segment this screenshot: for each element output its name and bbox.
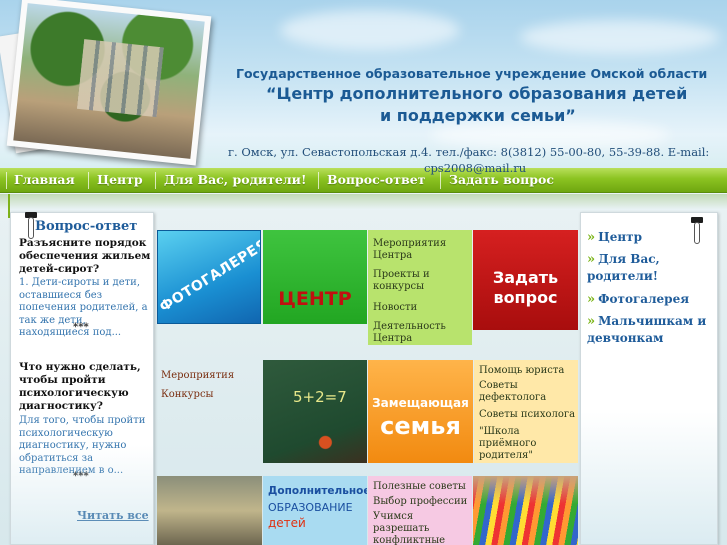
site-header: Государственное образовательное учрежден…	[0, 0, 727, 168]
read-all-link[interactable]: Читать все	[77, 509, 149, 522]
contact-email[interactable]: cps2008@mail.ru	[424, 161, 526, 175]
link-parent-school[interactable]: "Школа приёмного родителя"	[479, 426, 577, 462]
help-links: Помощь юриста Советы дефектолога Советы …	[474, 360, 578, 463]
link-activity[interactable]: Деятельность Центра	[373, 321, 471, 345]
sidebar-item-center[interactable]: » Центр	[587, 229, 715, 246]
classroom-image[interactable]	[157, 476, 262, 545]
extra-edu-line1: Дополнительное	[268, 485, 367, 497]
link-events[interactable]: Мероприятия	[161, 370, 234, 381]
pencils-image[interactable]	[473, 476, 578, 545]
events-links: Мероприятия Конкурсы	[157, 360, 261, 463]
org-name-line2: “Центр дополнительного образования детей	[266, 84, 688, 103]
nav-item-parents[interactable]: Для Вас, родители!	[164, 168, 306, 193]
link-useful-tips[interactable]: Полезные советы	[373, 481, 471, 493]
sidebar-item-label: Фотогалерея	[598, 292, 690, 306]
org-name-line3: и поддержки семьи”	[380, 106, 576, 125]
chalk-formula: 5+2=7	[293, 388, 347, 406]
nav-item-center[interactable]: Центр	[97, 168, 143, 193]
ask-tile-line1: Задать	[492, 268, 559, 287]
center-links: Мероприятия Центра Проекты и конкурсы Но…	[368, 230, 472, 345]
foster-family-tile[interactable]: Замещающая семья	[368, 360, 473, 463]
link-center-events[interactable]: Мероприятия Центра	[373, 238, 471, 262]
sidebar-item-gallery[interactable]: » Фотогалерея	[587, 291, 715, 308]
foster-tile-line1: Замещающая	[372, 396, 469, 410]
chevron-right-icon: »	[587, 314, 596, 329]
sidebar-item-kids[interactable]: » Мальчишкам и девчонкам	[587, 313, 715, 346]
qa-question[interactable]: Разъясните порядок обеспечения жильем де…	[19, 237, 151, 276]
advice-links: Полезные советы Выбор профессии Учимся р…	[368, 476, 472, 545]
qa-separator: ***	[73, 471, 89, 482]
center-tile[interactable]: ЦЕНТР	[263, 230, 367, 324]
foster-tile-line2: семья	[380, 412, 461, 440]
link-projects[interactable]: Проекты и конкурсы	[373, 269, 471, 293]
link-defectologist[interactable]: Советы дефектолога	[479, 380, 577, 404]
sidebar-item-parents[interactable]: » Для Вас, родители!	[587, 251, 715, 284]
link-lawyer[interactable]: Помощь юриста	[479, 365, 577, 377]
qa-question[interactable]: Что нужно сделать, чтобы пройти психолог…	[19, 361, 151, 413]
section-sidebar: » Центр » Для Вас, родители! » Фотогалерея …	[580, 212, 718, 545]
chalkboard-image[interactable]: 5+2=7	[263, 360, 367, 463]
sidebar-item-label: Для Вас, родители!	[587, 252, 660, 283]
extra-edu-line3: детей	[268, 516, 306, 530]
qa-sidebar: Вопрос-ответ Разъясните порядок обеспече…	[10, 212, 154, 545]
sidebar-item-label: Мальчишкам и девчонкам	[587, 314, 707, 345]
building-photo	[6, 0, 212, 166]
extra-education-tile[interactable]: Дополнительное ОБРАЗОВАНИЕ детей	[263, 476, 367, 545]
ask-tile-line2: вопрос	[493, 288, 558, 307]
qa-title[interactable]: Вопрос-ответ	[35, 219, 137, 234]
chevron-right-icon: »	[587, 292, 596, 307]
center-tile-label: ЦЕНТР	[278, 288, 352, 310]
ask-tile-label: Задать вопрос	[473, 268, 578, 308]
nav-shadow	[0, 194, 727, 210]
link-psychologist[interactable]: Советы психолога	[479, 409, 577, 421]
link-career[interactable]: Выбор профессии	[373, 496, 471, 508]
main-nav: Главная Центр Для Вас, родители! Вопрос-…	[0, 168, 727, 193]
contact-address: г. Омск, ул. Севастопольская д.4. тел./ф…	[228, 145, 710, 159]
qa-answer: Для того, чтобы пройти психологическую д…	[19, 415, 146, 476]
ask-question-tile[interactable]: Задать вопрос	[473, 230, 578, 330]
extra-edu-line2: ОБРАЗОВАНИЕ	[268, 501, 353, 514]
chevron-right-icon: »	[587, 230, 596, 245]
gallery-tile-label: ФОТОГАЛЕРЕЯ	[157, 236, 261, 316]
link-contests[interactable]: Конкурсы	[161, 389, 214, 400]
nav-item-home[interactable]: Главная	[14, 168, 75, 193]
chevron-right-icon: »	[587, 252, 596, 267]
nav-item-qa[interactable]: Вопрос-ответ	[327, 168, 425, 193]
org-name-line1: Государственное образовательное учрежден…	[236, 66, 708, 81]
gallery-tile[interactable]: ФОТОГАЛЕРЕЯ	[157, 230, 261, 324]
link-news[interactable]: Новости	[373, 302, 471, 314]
link-conflicts[interactable]: Учимся разрешать конфликтные ситуации	[373, 511, 471, 545]
sidebar-item-label: Центр	[598, 230, 642, 244]
qa-separator: ***	[73, 322, 89, 333]
